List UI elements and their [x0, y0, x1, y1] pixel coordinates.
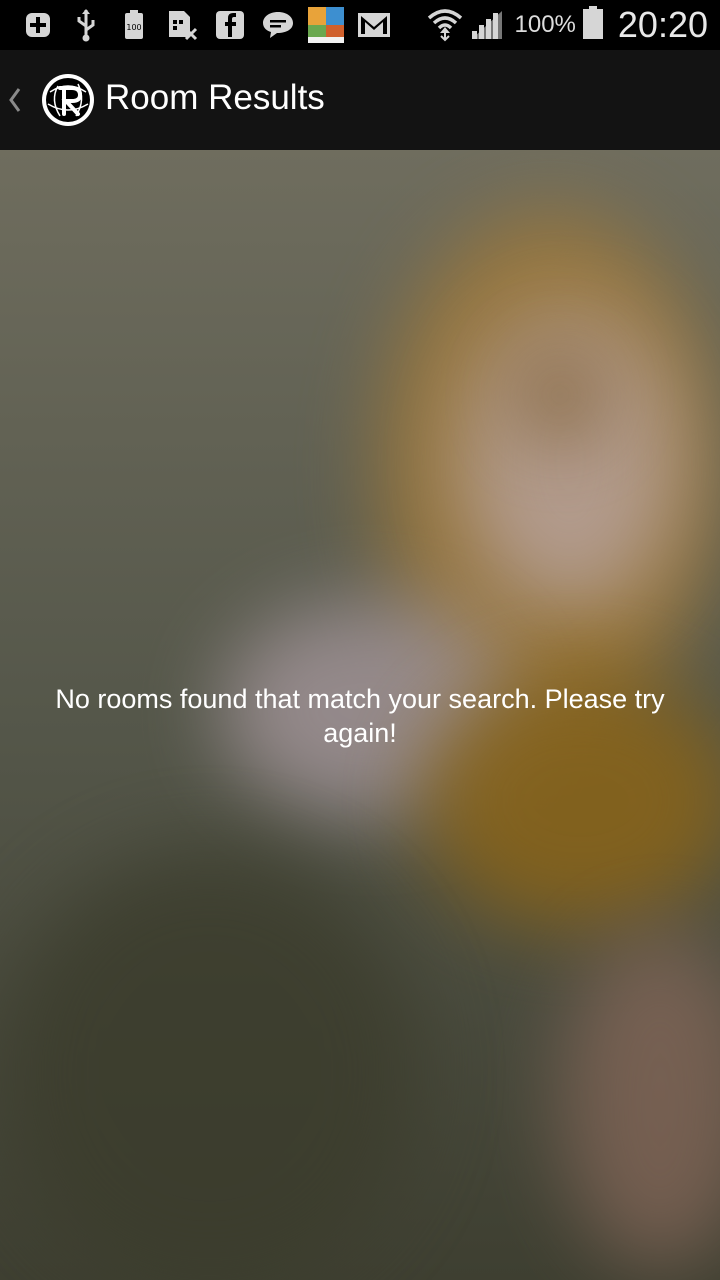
- usb-icon: [68, 7, 104, 43]
- facebook-icon: [212, 7, 248, 43]
- app-logo-icon: [40, 72, 96, 128]
- action-bar: Room Results: [0, 50, 720, 150]
- battery-percent: 100%: [514, 11, 576, 38]
- results-area: No rooms found that match your search. P…: [0, 150, 720, 1280]
- empty-results-message: No rooms found that match your search. P…: [55, 684, 665, 748]
- signal-icon: [469, 7, 505, 43]
- battery-100-notification-icon: 100: [116, 7, 152, 43]
- system-icons: 100% 20:20: [427, 0, 708, 50]
- add-notification-icon: [20, 7, 56, 43]
- svg-text:100: 100: [126, 23, 141, 32]
- wifi-icon: [427, 7, 463, 43]
- page-title: Room Results: [105, 78, 325, 117]
- gmail-icon: [356, 7, 392, 43]
- up-navigation-button[interactable]: [0, 50, 100, 150]
- chat-icon: [260, 7, 296, 43]
- back-chevron-icon: [6, 86, 24, 114]
- clock: 20:20: [617, 4, 708, 45]
- app-notification-icon: [308, 7, 344, 43]
- battery-icon: [582, 5, 604, 45]
- status-bar: 100 100% 20:20: [0, 0, 720, 50]
- sim-error-icon: [164, 7, 200, 43]
- notification-icons: 100: [20, 7, 404, 43]
